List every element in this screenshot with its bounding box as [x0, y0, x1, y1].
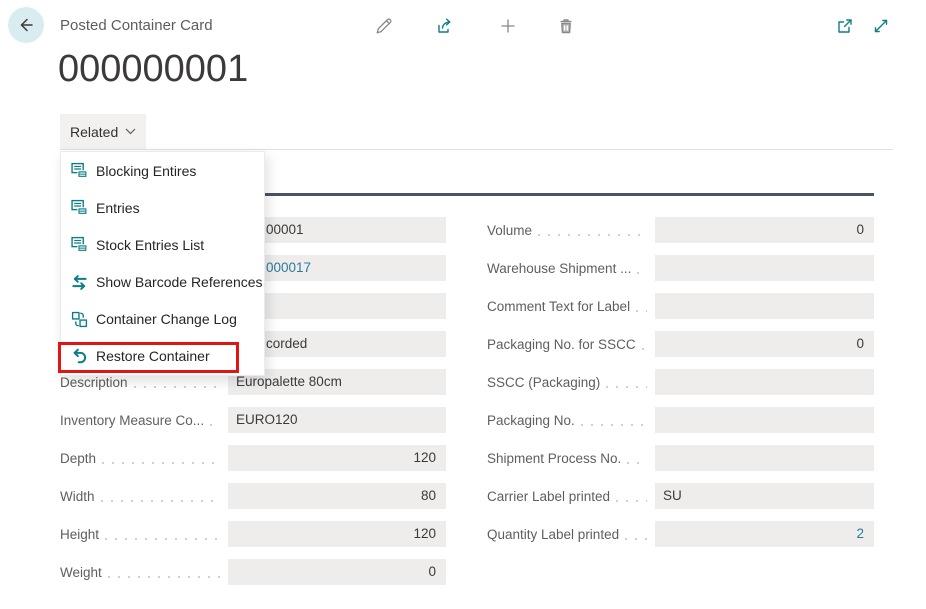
field-input-volume[interactable]: 0 — [655, 217, 874, 243]
field-label-packaging-no-sscc: Packaging No. for SSCC — [487, 337, 655, 352]
field-input-inventory-measure[interactable]: EURO120 — [228, 407, 446, 433]
field-label-description: Description — [60, 375, 228, 390]
share-button[interactable] — [435, 15, 457, 37]
related-button-label: Related — [70, 124, 118, 140]
entries-icon — [71, 199, 88, 216]
field-row: Depth120 — [60, 445, 446, 471]
swap-arrows-icon — [71, 274, 88, 291]
menu-item-label: Show Barcode References — [96, 274, 263, 290]
field-input-carrier-label-printed[interactable]: SU — [655, 483, 874, 509]
back-arrow-icon — [16, 15, 36, 35]
field-label-sscc-packaging: SSCC (Packaging) — [487, 375, 655, 390]
menu-item-label: Blocking Entires — [96, 163, 196, 179]
field-row: Inventory Measure Co...EURO120 — [60, 407, 446, 433]
field-input-weight[interactable]: 0 — [228, 559, 446, 585]
menu-item-label: Entries — [96, 200, 140, 216]
field-input-comment-text[interactable] — [655, 293, 874, 319]
field-input-packaging-no-sscc[interactable]: 0 — [655, 331, 874, 357]
field-row: SSCC (Packaging) — [487, 369, 874, 395]
field-row: Packaging No. — [487, 407, 874, 433]
change-log-icon — [71, 311, 88, 328]
field-label-volume: Volume — [487, 223, 655, 238]
menu-item-blocking-entries[interactable]: Blocking Entires — [61, 152, 264, 189]
field-row: Quantity Label printed2 — [487, 521, 874, 547]
entries-icon — [71, 236, 88, 253]
edit-button[interactable] — [374, 15, 396, 37]
posted-container-card-page: Posted Container Card — [0, 0, 926, 609]
form-column-right: Volume0 Warehouse Shipment ... Comment T… — [487, 217, 874, 559]
field-row: Height120 — [60, 521, 446, 547]
field-row: Packaging No. for SSCC0 — [487, 331, 874, 357]
field-input-packaging-no[interactable] — [655, 407, 874, 433]
field-row: Width80 — [60, 483, 446, 509]
field-label-height: Height — [60, 527, 228, 542]
expand-button[interactable] — [871, 15, 893, 37]
field-label-width: Width — [60, 489, 228, 504]
field-row: Volume0 — [487, 217, 874, 243]
field-input-shipment-process-no[interactable] — [655, 445, 874, 471]
field-label-comment-text: Comment Text for Label — [487, 299, 655, 314]
delete-button[interactable] — [556, 15, 578, 37]
share-icon — [435, 16, 455, 36]
field-input-width[interactable]: 80 — [228, 483, 446, 509]
menu-item-label: Stock Entries List — [96, 237, 204, 253]
field-row: Shipment Process No. — [487, 445, 874, 471]
page-context-title: Posted Container Card — [60, 17, 213, 34]
field-input-sscc-packaging[interactable] — [655, 369, 874, 395]
menu-item-entries[interactable]: Entries — [61, 189, 264, 226]
field-label-inventory-measure: Inventory Measure Co... — [60, 413, 228, 428]
related-dropdown-menu: Blocking Entires Entries Stock Entries L… — [60, 151, 265, 376]
field-label-weight: Weight — [60, 565, 228, 580]
field-label-warehouse-shipment: Warehouse Shipment ... — [487, 261, 655, 276]
field-input-height[interactable]: 120 — [228, 521, 446, 547]
menu-item-label: Restore Container — [96, 348, 210, 364]
field-input-depth[interactable]: 120 — [228, 445, 446, 471]
expand-fullscreen-icon — [871, 16, 891, 36]
field-label-quantity-label-printed: Quantity Label printed — [487, 527, 655, 542]
pencil-icon — [374, 16, 394, 36]
related-menu-button[interactable]: Related — [60, 114, 146, 149]
menu-item-container-change-log[interactable]: Container Change Log — [61, 301, 264, 338]
menu-item-restore-container[interactable]: Restore Container — [61, 338, 264, 375]
trash-icon — [556, 16, 576, 36]
field-row: Comment Text for Label — [487, 293, 874, 319]
menu-item-label: Container Change Log — [96, 311, 237, 327]
back-button[interactable] — [8, 7, 44, 43]
field-label-carrier-label-printed: Carrier Label printed — [487, 489, 655, 504]
field-row: Carrier Label printedSU — [487, 483, 874, 509]
field-row: Warehouse Shipment ... — [487, 255, 874, 281]
menu-item-stock-entries-list[interactable]: Stock Entries List — [61, 226, 264, 263]
field-input-warehouse-shipment[interactable] — [655, 255, 874, 281]
plus-icon — [498, 16, 518, 36]
field-row: Weight0 — [60, 559, 446, 585]
menu-item-show-barcode-references[interactable]: Show Barcode References — [61, 264, 264, 301]
add-button[interactable] — [498, 15, 520, 37]
action-bar-divider — [60, 149, 893, 150]
field-label-depth: Depth — [60, 451, 228, 466]
field-label-packaging-no: Packaging No. — [487, 413, 655, 428]
entries-icon — [71, 162, 88, 179]
open-in-window-button[interactable] — [835, 15, 857, 37]
undo-icon — [71, 348, 88, 365]
field-label-shipment-process-no: Shipment Process No. — [487, 451, 655, 466]
page-title: 000000001 — [58, 48, 248, 91]
chevron-down-icon — [125, 128, 136, 135]
open-in-new-window-icon — [835, 16, 855, 36]
field-input-quantity-label-printed[interactable]: 2 — [655, 521, 874, 547]
